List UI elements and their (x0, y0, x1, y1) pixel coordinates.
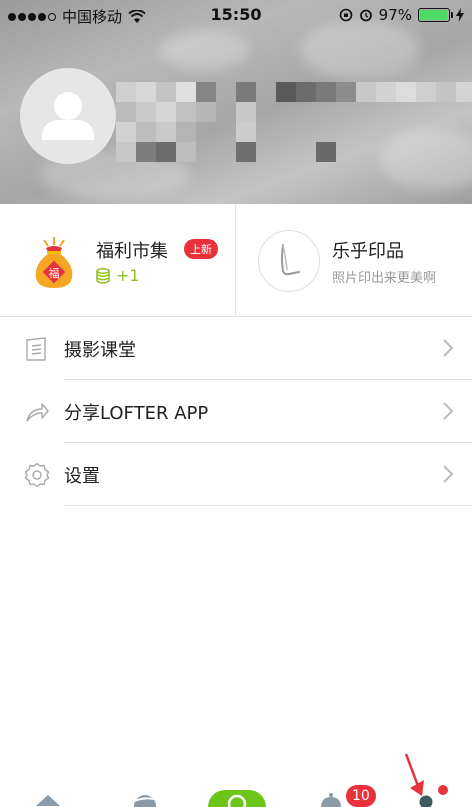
battery-level (420, 10, 448, 20)
profile-header (0, 0, 472, 204)
book-icon (26, 337, 46, 361)
discover-icon[interactable] (130, 792, 160, 807)
share-icon (26, 403, 49, 422)
charging-icon (456, 8, 464, 22)
bg-cloud (160, 30, 250, 70)
gear-icon (24, 462, 50, 488)
feature-row: 福 福利市集 上新 +1 乐乎印品 照片印出来更美啊 (0, 204, 472, 317)
menu-item-settings[interactable]: 设置 (0, 443, 472, 506)
status-bar: 中国移动 15:50 97% (0, 0, 472, 30)
menu-item-photo-class[interactable]: 摄影课堂 (0, 317, 472, 380)
lofter-print-subtitle: 照片印出来更美啊 (332, 271, 437, 286)
pointer-arrow-icon (404, 753, 424, 796)
divider (64, 505, 472, 506)
coin-count: +1 (116, 266, 140, 285)
avatar[interactable] (20, 68, 116, 164)
settings-menu: 摄影课堂 分享LOFTER APP 设置 (0, 317, 472, 506)
lofter-print-card[interactable]: 乐乎印品 照片印出来更美啊 (236, 204, 472, 317)
coin-stack-icon (96, 267, 110, 284)
default-avatar-icon (42, 92, 94, 140)
new-badge: 上新 (184, 239, 218, 259)
coin-reward: +1 (96, 266, 140, 285)
notification-badge: 10 (346, 785, 376, 807)
chevron-right-icon (443, 402, 454, 420)
fuli-market-card[interactable]: 福 福利市集 上新 +1 (0, 204, 236, 317)
bell-icon[interactable] (318, 792, 344, 807)
lofter-print-title: 乐乎印品 (332, 241, 404, 262)
menu-label: 设置 (64, 465, 100, 487)
fuli-market-title: 福利市集 (96, 241, 168, 262)
menu-label: 分享LOFTER APP (64, 402, 209, 424)
lofter-l-icon (281, 244, 300, 276)
alarm-icon (359, 9, 372, 22)
svg-text:福: 福 (49, 266, 60, 280)
battery-percent: 97% (378, 6, 412, 24)
lofter-print-logo (258, 230, 320, 292)
menu-item-share-app[interactable]: 分享LOFTER APP (0, 380, 472, 443)
camera-button[interactable] (208, 790, 266, 807)
chevron-right-icon (443, 339, 454, 357)
chevron-right-icon (443, 465, 454, 483)
unread-dot (438, 785, 448, 795)
username-mosaic (116, 82, 472, 166)
rotation-lock-icon (339, 8, 352, 22)
lucky-bag-icon: 福 (35, 237, 73, 288)
home-icon[interactable] (34, 792, 62, 807)
menu-label: 摄影课堂 (64, 339, 136, 361)
battery-icon (418, 8, 453, 22)
status-right: 97% (339, 6, 464, 24)
